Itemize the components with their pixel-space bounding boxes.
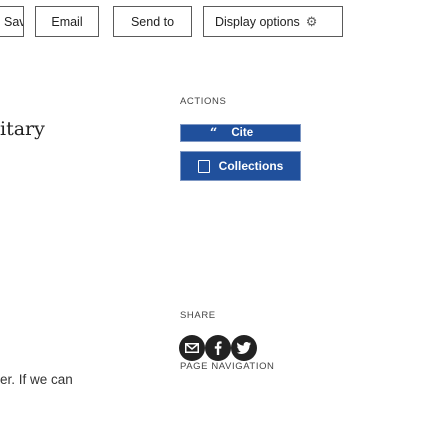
cite-button[interactable]: “ Cite	[180, 124, 301, 142]
folder-icon	[197, 159, 210, 173]
facebook-icon	[214, 341, 222, 355]
facebook-share-button[interactable]	[205, 335, 231, 361]
twitter-icon	[237, 342, 251, 354]
display-options-label: Display options	[215, 14, 300, 29]
actions-heading: ACTIONS	[180, 96, 227, 107]
email-button[interactable]: Email	[35, 6, 99, 37]
email-label: Email	[51, 14, 83, 29]
email-share-icon	[185, 343, 199, 353]
save-label: Save	[4, 14, 23, 29]
save-button[interactable]: Save	[0, 6, 24, 37]
quote-icon: “	[209, 125, 218, 141]
cite-label: Cite	[231, 127, 254, 139]
collections-label: Collections	[218, 159, 284, 173]
article-title: itary	[0, 118, 45, 140]
collections-button[interactable]: Collections	[180, 151, 301, 181]
display-options-button[interactable]: Display options ⚙	[203, 6, 343, 37]
share-heading: SHARE	[180, 310, 216, 321]
email-share-button[interactable]	[179, 335, 205, 361]
twitter-share-button[interactable]	[231, 335, 257, 361]
article-text: er. If we can	[0, 372, 73, 387]
send-to-label: Send to	[130, 14, 175, 29]
gear-icon: ⚙	[305, 13, 318, 29]
send-to-button[interactable]: Send to	[113, 6, 192, 37]
page-navigation-heading: PAGE NAVIGATION	[180, 361, 275, 372]
